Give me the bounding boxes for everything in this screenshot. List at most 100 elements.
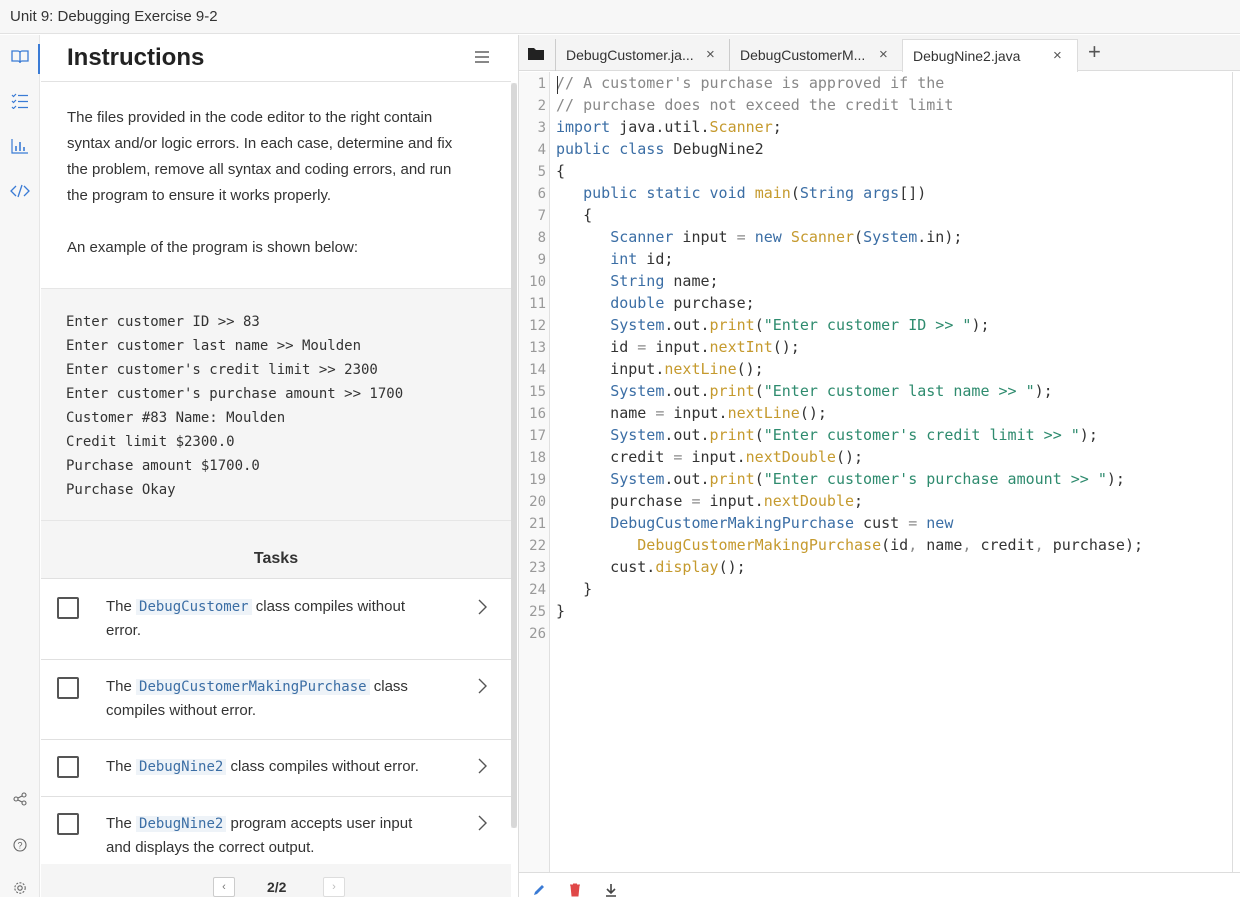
code-line[interactable]: System.out.print("Enter customer ID >> "… xyxy=(556,316,989,334)
example-intro: An example of the program is shown below… xyxy=(67,239,358,256)
prev-page-button[interactable]: ‹ xyxy=(213,877,235,897)
task-text-part: error. xyxy=(106,622,142,639)
example-output: Enter customer ID >> 83 Enter customer la… xyxy=(66,310,403,502)
task-checkbox[interactable] xyxy=(57,756,79,778)
code-line[interactable]: System.out.print("Enter customer's purch… xyxy=(556,470,1125,488)
line-number: 5 xyxy=(537,164,546,180)
tab-debug-customer[interactable]: DebugCustomer.ja... × xyxy=(555,39,729,71)
task-text: The DebugCustomerMakingPurchase class com… xyxy=(106,675,456,722)
code-line[interactable]: System.out.print("Enter customer's credi… xyxy=(556,426,1098,444)
task-text-part: class compiles without xyxy=(251,598,405,615)
code-line[interactable]: double purchase; xyxy=(556,294,755,312)
example-line: Purchase amount $1700.0 xyxy=(66,458,260,474)
chevron-right-icon xyxy=(478,758,487,774)
code-line[interactable]: cust.display(); xyxy=(556,558,745,576)
code-line[interactable]: purchase = input.nextDouble; xyxy=(556,492,863,510)
instructions-line: syntax and/or logic errors. In each case… xyxy=(67,135,453,152)
code-line[interactable]: System.out.print("Enter customer last na… xyxy=(556,382,1053,400)
scrollbar-thumb[interactable] xyxy=(511,83,517,828)
task-class-name: DebugCustomer xyxy=(136,599,252,615)
code-line[interactable]: id = input.nextInt(); xyxy=(556,338,800,356)
code-line[interactable]: public static void main(String args[]) xyxy=(556,184,926,202)
book-icon[interactable] xyxy=(0,42,40,74)
tab-label: DebugNine2.java xyxy=(913,48,1021,64)
code-line[interactable]: int id; xyxy=(556,250,673,268)
instructions-scrollbar[interactable] xyxy=(511,83,517,828)
task-text-part: class xyxy=(369,678,408,695)
task-checkbox[interactable] xyxy=(57,813,79,835)
instructions-panel: Instructions The files provided in the c… xyxy=(41,35,511,897)
editor-tab-bar: DebugCustomer.ja... × DebugCustomerM... … xyxy=(519,35,1240,72)
code-area[interactable]: // A customer's purchase is approved if … xyxy=(556,74,1231,872)
line-number: 20 xyxy=(529,494,546,510)
svg-text:?: ? xyxy=(17,841,22,851)
tasks-title: Tasks xyxy=(253,550,299,567)
chevron-right-icon xyxy=(478,599,487,615)
checklist-icon[interactable] xyxy=(0,86,40,116)
left-rail: ? xyxy=(0,35,40,897)
folder-icon[interactable] xyxy=(523,40,549,66)
task-item[interactable]: The DebugCustomerMakingPurchase class com… xyxy=(41,659,511,739)
task-checkbox[interactable] xyxy=(57,597,79,619)
code-line[interactable]: name = input.nextLine(); xyxy=(556,404,827,422)
task-item[interactable]: The DebugCustomer class compiles without… xyxy=(41,578,511,659)
example-output-box: Enter customer ID >> 83 Enter customer la… xyxy=(41,288,511,521)
chevron-right-icon xyxy=(478,815,487,831)
code-line[interactable]: public class DebugNine2 xyxy=(556,140,764,158)
instructions-heading: Instructions xyxy=(67,44,205,71)
code-icon[interactable] xyxy=(0,176,40,206)
task-text: The DebugNine2 class compiles without er… xyxy=(106,755,486,779)
code-line[interactable]: import java.util.Scanner; xyxy=(556,118,782,136)
line-number: 16 xyxy=(529,406,546,422)
code-line[interactable]: DebugCustomerMakingPurchase cust = new xyxy=(556,514,953,532)
line-number: 11 xyxy=(529,296,546,312)
instructions-line: the problem, remove all syntax and codin… xyxy=(67,161,452,178)
code-line[interactable]: credit = input.nextDouble(); xyxy=(556,448,863,466)
close-tab-icon[interactable]: × xyxy=(706,46,715,63)
tab-debug-nine2[interactable]: DebugNine2.java × xyxy=(902,39,1078,72)
code-line[interactable]: { xyxy=(556,162,565,180)
line-number: 9 xyxy=(537,252,546,268)
code-line[interactable]: String name; xyxy=(556,272,718,290)
instructions-line: the program to ensure it works properly. xyxy=(67,187,332,204)
task-text-part: The xyxy=(106,758,137,775)
tab-debug-customer-making-purchase[interactable]: DebugCustomerM... × xyxy=(729,39,902,71)
task-item[interactable]: The DebugNine2 program accepts user inpu… xyxy=(41,796,511,864)
code-line[interactable]: input.nextLine(); xyxy=(556,360,764,378)
share-icon[interactable] xyxy=(0,784,40,814)
example-line: Enter customer's purchase amount >> 1700 xyxy=(66,386,404,402)
help-icon[interactable]: ? xyxy=(0,830,40,860)
code-editor: DebugCustomer.ja... × DebugCustomerM... … xyxy=(518,35,1240,897)
download-icon[interactable] xyxy=(603,882,619,897)
code-line[interactable]: DebugCustomerMakingPurchase(id, name, cr… xyxy=(556,536,1143,554)
task-text-part: compiles without error. xyxy=(106,702,257,719)
close-tab-icon[interactable]: × xyxy=(879,46,888,63)
code-line[interactable]: Scanner input = new Scanner(System.in); xyxy=(556,228,962,246)
code-line[interactable]: { xyxy=(556,206,592,224)
settings-icon[interactable] xyxy=(0,873,40,897)
chart-icon[interactable] xyxy=(0,131,40,161)
line-number: 18 xyxy=(529,450,546,466)
add-tab-button[interactable]: + xyxy=(1088,39,1101,65)
instructions-text: The files provided in the code editor to… xyxy=(67,105,497,209)
example-line: Customer #83 Name: Moulden xyxy=(66,410,286,426)
window-title: Unit 9: Debugging Exercise 9-2 xyxy=(10,8,218,25)
task-checkbox[interactable] xyxy=(57,677,79,699)
close-tab-icon[interactable]: × xyxy=(1053,47,1062,64)
code-line[interactable]: // A customer's purchase is approved if … xyxy=(556,74,944,92)
line-number: 19 xyxy=(529,472,546,488)
task-class-name: DebugCustomerMakingPurchase xyxy=(136,679,370,695)
pencil-icon[interactable] xyxy=(531,882,547,897)
task-item[interactable]: The DebugNine2 class compiles without er… xyxy=(41,739,511,796)
task-text-part: and displays the correct output. xyxy=(106,839,315,856)
code-line[interactable]: } xyxy=(556,580,592,598)
next-page-button[interactable]: › xyxy=(323,877,345,897)
code-line[interactable]: } xyxy=(556,602,565,620)
line-number: 1 xyxy=(537,76,546,92)
hamburger-menu-icon[interactable] xyxy=(475,51,489,63)
trash-icon[interactable] xyxy=(567,882,583,897)
code-line[interactable]: // purchase does not exceed the credit l… xyxy=(556,96,953,114)
line-number: 15 xyxy=(529,384,546,400)
chevron-right-icon xyxy=(478,678,487,694)
line-number: 21 xyxy=(529,516,546,532)
